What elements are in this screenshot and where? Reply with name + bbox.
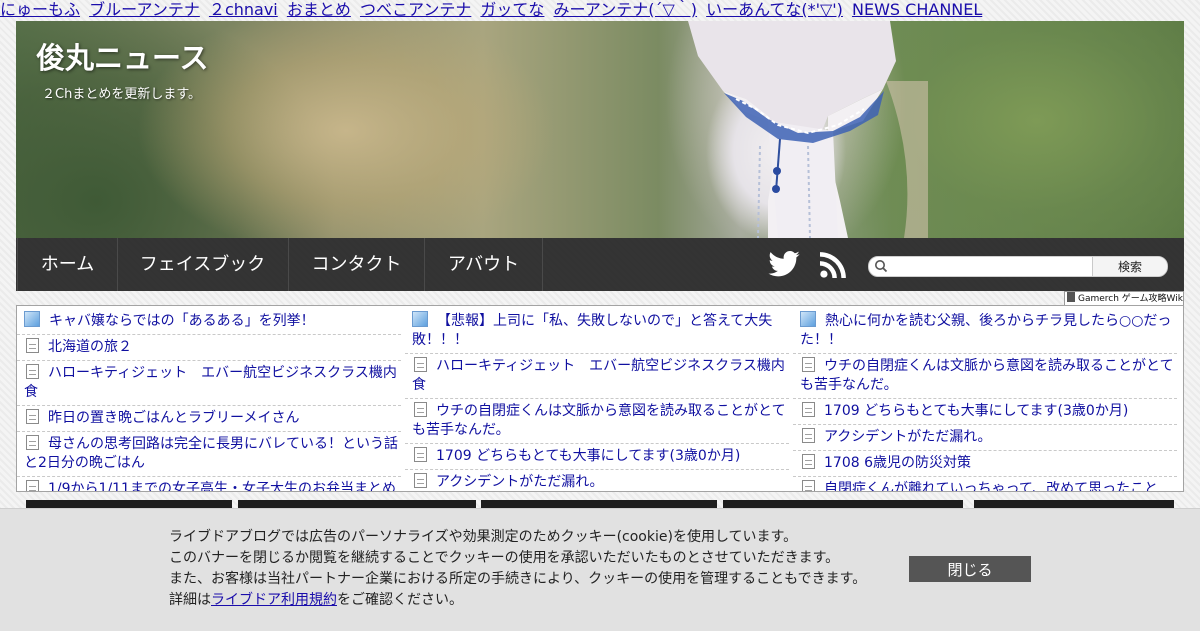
article-title: 自閉症くんが離れていっちゃって、改めて思ったこと (824, 481, 1159, 492)
article-title: 1/9から1/11までの女子高生・女子大生のお弁当まとめ◎ (48, 481, 396, 492)
article-link[interactable]: アクシデントがただ漏れ。 (405, 470, 789, 491)
article-link[interactable]: 母さんの思考回路は完全に長男にバレている！という話と2日分の晩ごはん (17, 432, 401, 477)
article-link[interactable]: ハローキティジェット エバー航空ビジネスクラス機内食 (405, 354, 789, 399)
page-icon (414, 402, 427, 417)
cookie-notice-line: このバナーを閉じるか閲覧を継続することでクッキーの使用を承認いただいたものとさせ… (169, 550, 840, 566)
feather-icon (412, 311, 428, 327)
article-title: ウチの自閉症くんは文脈から意図を読み取ることがとても苦手なんだ。 (412, 403, 786, 438)
feather-icon (24, 311, 40, 327)
search-input[interactable] (891, 258, 1087, 273)
page-icon (26, 435, 39, 450)
cookie-detail-suffix: をご確認ください。 (337, 592, 463, 608)
page-icon (26, 409, 39, 424)
cookie-detail-line: 詳細はライブドア利用規約をご確認ください。 (169, 590, 866, 611)
article-title: 北海道の旅２ (48, 339, 132, 355)
page-icon (414, 447, 427, 462)
article-link[interactable]: 北海道の旅２ (17, 335, 401, 361)
article-link[interactable]: 熱心に何かを読む父親、後ろからチラ見したら○○だった！！ (793, 308, 1177, 354)
article-column: キャバ嬢ならではの「あるある」を列挙！ 北海道の旅２ ハローキティジェット エバ… (17, 308, 401, 492)
antenna-link[interactable]: ブルーアンテナ (89, 0, 200, 19)
page-icon (802, 480, 815, 491)
antenna-link[interactable]: にゅーもふ (0, 0, 80, 19)
article-link[interactable]: キャバ嬢ならではの「あるある」を列挙！ (17, 308, 401, 335)
article-title: 1709 どちらもとても大事にしてます(3歳0か月) (824, 403, 1129, 419)
article-link[interactable]: 1/9から1/11までの女子高生・女子大生のお弁当まとめ◎ (17, 477, 401, 492)
cookie-notice-line: ライブドアブログでは広告のパーソナライズや効果測定のためクッキー(cookie)… (169, 529, 798, 545)
page-icon (802, 402, 815, 417)
antenna-link[interactable]: ２chnavi (209, 0, 278, 19)
gamerch-icon (1067, 292, 1075, 302)
cookie-banner: ライブドアブログでは広告のパーソナライズや効果測定のためクッキー(cookie)… (0, 508, 1200, 631)
nav-item-contact[interactable]: コンタクト (289, 238, 425, 291)
article-column: 【悲報】上司に「私、失敗しないので」と答えて大失敗！！！ ハローキティジェット … (405, 308, 789, 491)
terms-link[interactable]: ライブドア利用規約 (211, 592, 337, 608)
cookie-close-button[interactable]: 閉じる (909, 556, 1031, 582)
site-header: 俊丸ニュース ２Chまとめを更新します。 (16, 21, 1184, 238)
cookie-detail-prefix: 詳細は (169, 592, 211, 608)
cookie-notice-line: また、お客様は当社パートナー企業における所定の手続きにより、クッキーの使用を管理… (169, 571, 867, 587)
header-photo (688, 21, 928, 238)
antenna-link[interactable]: みーアンテナ(´▽｀) (554, 0, 698, 19)
feather-icon (800, 311, 816, 327)
article-title: 1709 どちらもとても大事にしてます(3歳0か月) (436, 448, 741, 464)
rss-icon[interactable] (820, 251, 847, 278)
article-title: ハローキティジェット エバー航空ビジネスクラス機内食 (412, 358, 785, 393)
nav-item-home[interactable]: ホーム (17, 238, 118, 291)
article-title: 1708 6歳児の防災対策 (824, 455, 971, 471)
twitter-icon[interactable] (768, 251, 800, 277)
nav-item-about[interactable]: アバウト (425, 238, 543, 291)
nav-item-facebook[interactable]: フェイスブック (117, 238, 289, 291)
global-nav: ホーム フェイスブック コンタクト アバウト 検索 (16, 238, 1184, 291)
antenna-link-bar: にゅーもふ ブルーアンテナ ２chnavi おまとめ つべこアンテナ ガッてな … (0, 0, 1200, 20)
article-title: 熱心に何かを読む父親、後ろからチラ見したら○○だった！！ (800, 313, 1172, 348)
page-icon (414, 357, 427, 372)
page-icon (26, 364, 39, 379)
antenna-link[interactable]: おまとめ (287, 0, 351, 19)
antenna-link[interactable]: つべこアンテナ (360, 0, 471, 19)
site-title[interactable]: 俊丸ニュース (36, 35, 209, 77)
article-column: 熱心に何かを読む父親、後ろからチラ見したら○○だった！！ ウチの自閉症くんは文脈… (793, 308, 1177, 492)
search-form: 検索 (868, 256, 1168, 277)
article-title: 【悲報】上司に「私、失敗しないので」と答えて大失敗！！！ (412, 313, 773, 348)
article-title: ハローキティジェット エバー航空ビジネスクラス機内食 (24, 365, 397, 400)
page-icon (26, 338, 39, 353)
antenna-link[interactable]: いーあんてな(*'▽') (706, 0, 843, 19)
credit-label: Gamerch ゲーム攻略Wiki (1078, 294, 1184, 304)
article-link[interactable]: 昨日の置き晩ごはんとラブリーメイさん (17, 406, 401, 432)
page-icon (26, 480, 39, 491)
search-button[interactable]: 検索 (1092, 257, 1167, 276)
page-icon (414, 473, 427, 488)
article-link[interactable]: 1708 6歳児の防災対策 (793, 451, 1177, 477)
antenna-articles: キャバ嬢ならではの「あるある」を列挙！ 北海道の旅２ ハローキティジェット エバ… (16, 305, 1184, 492)
article-title: 昨日の置き晩ごはんとラブリーメイさん (48, 410, 300, 426)
article-link[interactable]: ハローキティジェット エバー航空ビジネスクラス機内食 (17, 361, 401, 406)
cookie-notice-text: ライブドアブログでは広告のパーソナライズや効果測定のためクッキー(cookie)… (169, 527, 866, 611)
article-link[interactable]: 【悲報】上司に「私、失敗しないので」と答えて大失敗！！！ (405, 308, 789, 354)
article-title: ウチの自閉症くんは文脈から意図を読み取ることがとても苦手なんだ。 (800, 358, 1174, 393)
article-link[interactable]: 1709 どちらもとても大事にしてます(3歳0か月) (793, 399, 1177, 425)
article-title: 母さんの思考回路は完全に長男にバレている！という話と2日分の晩ごはん (24, 436, 398, 471)
antenna-link[interactable]: NEWS CHANNEL (852, 0, 982, 19)
article-link[interactable]: 1709 どちらもとても大事にしてます(3歳0か月) (405, 444, 789, 470)
article-title: アクシデントがただ漏れ。 (436, 474, 604, 490)
article-link[interactable]: ウチの自閉症くんは文脈から意図を読み取ることがとても苦手なんだ。 (405, 399, 789, 444)
article-link[interactable]: ウチの自閉症くんは文脈から意図を読み取ることがとても苦手なんだ。 (793, 354, 1177, 399)
article-link[interactable]: 自閉症くんが離れていっちゃって、改めて思ったこと (793, 477, 1177, 492)
article-title: アクシデントがただ漏れ。 (824, 429, 992, 445)
article-link[interactable]: アクシデントがただ漏れ。 (793, 425, 1177, 451)
page-icon (802, 428, 815, 443)
antenna-link[interactable]: ガッてな (480, 0, 544, 19)
search-icon (875, 260, 888, 273)
page-icon (802, 357, 815, 372)
site-description: ２Chまとめを更新します。 (42, 87, 202, 102)
page-icon (802, 454, 815, 469)
article-title: キャバ嬢ならではの「あるある」を列挙！ (49, 313, 315, 329)
